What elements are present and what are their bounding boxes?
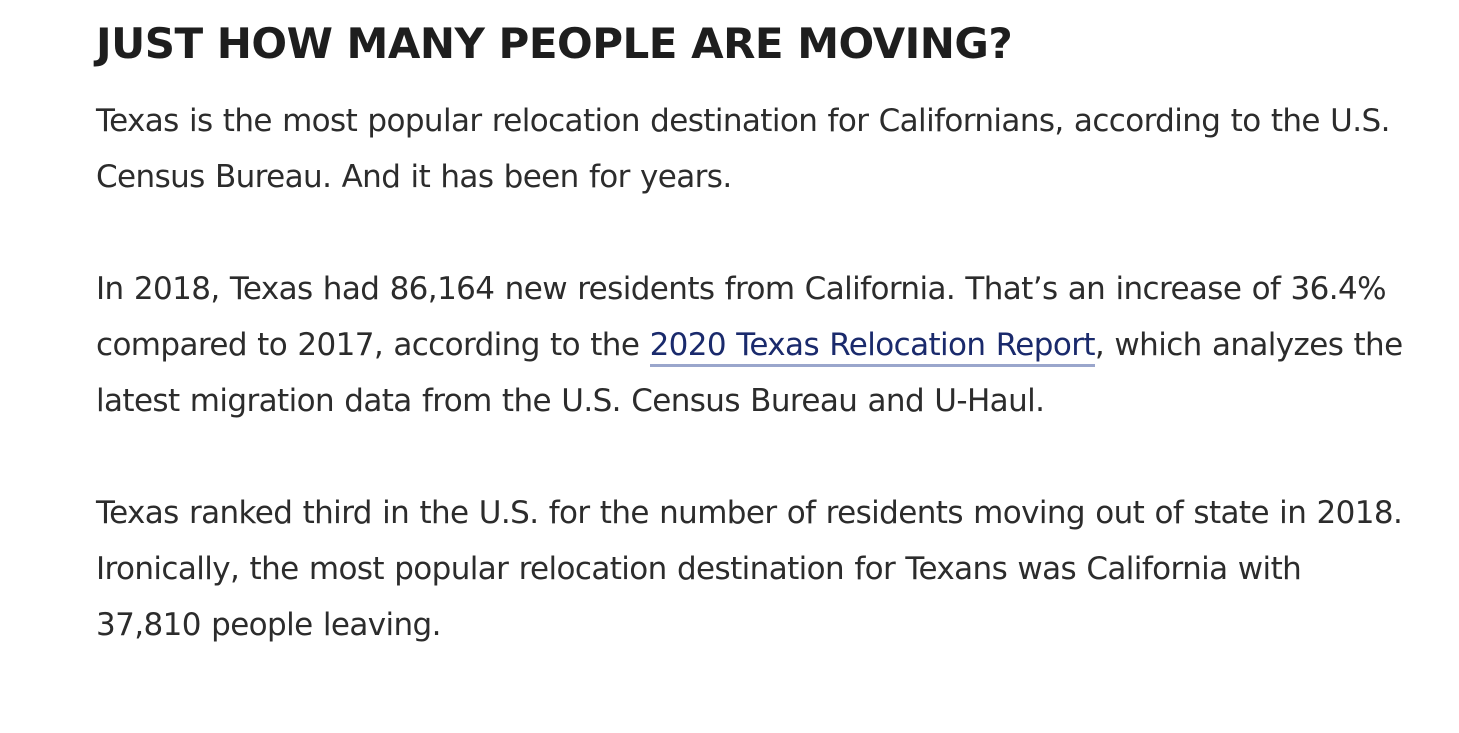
- section-heading: JUST HOW MANY PEOPLE ARE MOVING?: [96, 19, 1013, 68]
- relocation-report-link[interactable]: 2020 Texas Relocation Report: [649, 327, 1095, 367]
- paragraph-texas-ranked: Texas ranked third in the U.S. for the n…: [96, 495, 1403, 643]
- paragraph-texas-popular: Texas is the most popular relocation des…: [96, 103, 1390, 195]
- paragraph-2018-residents: In 2018, Texas had 86,164 new residents …: [96, 261, 1416, 429]
- article: JUST HOW MANY PEOPLE ARE MOVING? Texas i…: [96, 14, 1416, 653]
